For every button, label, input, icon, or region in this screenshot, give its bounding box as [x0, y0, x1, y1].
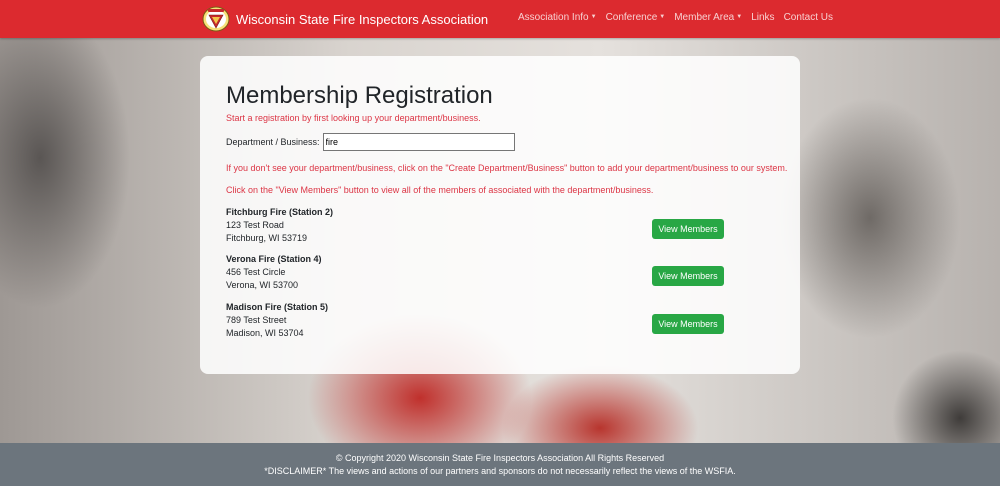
department-item: Madison Fire (Station 5) 789 Test Street… [226, 301, 328, 340]
department-city: Fitchburg, WI 53719 [226, 233, 308, 243]
department-lookup: Department / Business: [226, 133, 515, 151]
nav-contact-us[interactable]: Contact Us [784, 12, 833, 23]
department-city: Madison, WI 53704 [226, 328, 304, 338]
create-department-note: If you don't see your department/busines… [226, 163, 788, 173]
department-search-input[interactable] [322, 133, 515, 151]
department-item: Fitchburg Fire (Station 2) 123 Test Road… [226, 206, 333, 245]
view-members-button[interactable]: View Members [652, 266, 724, 286]
department-item: Verona Fire (Station 4) 456 Test Circle … [226, 253, 322, 292]
nav-association-info[interactable]: Association Info ▼ [518, 12, 597, 23]
brand-link[interactable]: Wisconsin State Fire Inspectors Associat… [202, 6, 488, 32]
page-title: Membership Registration [226, 82, 493, 109]
view-members-button[interactable]: View Members [652, 219, 724, 239]
department-name: Verona Fire (Station 4) [226, 254, 322, 264]
department-street: 456 Test Circle [226, 267, 286, 277]
nav-member-area[interactable]: Member Area ▼ [674, 12, 742, 23]
nav-label: Conference [605, 12, 658, 23]
copyright-text: © Copyright 2020 Wisconsin State Fire In… [335, 453, 665, 463]
intro-text: Start a registration by first looking up… [226, 113, 481, 123]
fire-inspectors-logo-icon [202, 6, 230, 32]
nav-label: Member Area [674, 12, 735, 23]
nav-label: Links [751, 12, 775, 23]
view-members-button[interactable]: View Members [652, 314, 724, 334]
caret-down-icon: ▼ [736, 14, 743, 20]
top-navbar: Wisconsin State Fire Inspectors Associat… [0, 0, 1000, 38]
main-nav: Association Info ▼ Conference ▼ Member Are… [518, 12, 842, 23]
nav-label: Contact Us [783, 12, 834, 23]
page-footer: © Copyright 2020 Wisconsin State Fire In… [0, 443, 1000, 486]
nav-conference[interactable]: Conference ▼ [606, 12, 666, 23]
view-members-note: Click on the "View Members" button to vi… [226, 185, 654, 195]
nav-label: Association Info [518, 12, 589, 23]
department-name: Fitchburg Fire (Station 2) [226, 207, 333, 217]
brand-name: Wisconsin State Fire Inspectors Associat… [236, 11, 489, 27]
caret-down-icon: ▼ [590, 14, 597, 20]
department-lookup-label: Department / Business: [226, 137, 320, 147]
nav-links[interactable]: Links [751, 12, 774, 23]
department-street: 123 Test Road [226, 220, 284, 230]
department-street: 789 Test Street [226, 315, 287, 325]
disclaimer-text: *DISCLAIMER* The views and actions of ou… [264, 466, 736, 476]
department-name: Madison Fire (Station 5) [226, 302, 329, 312]
caret-down-icon: ▼ [659, 14, 666, 20]
department-city: Verona, WI 53700 [226, 280, 299, 290]
registration-card: Membership Registration Start a registra… [200, 56, 800, 374]
